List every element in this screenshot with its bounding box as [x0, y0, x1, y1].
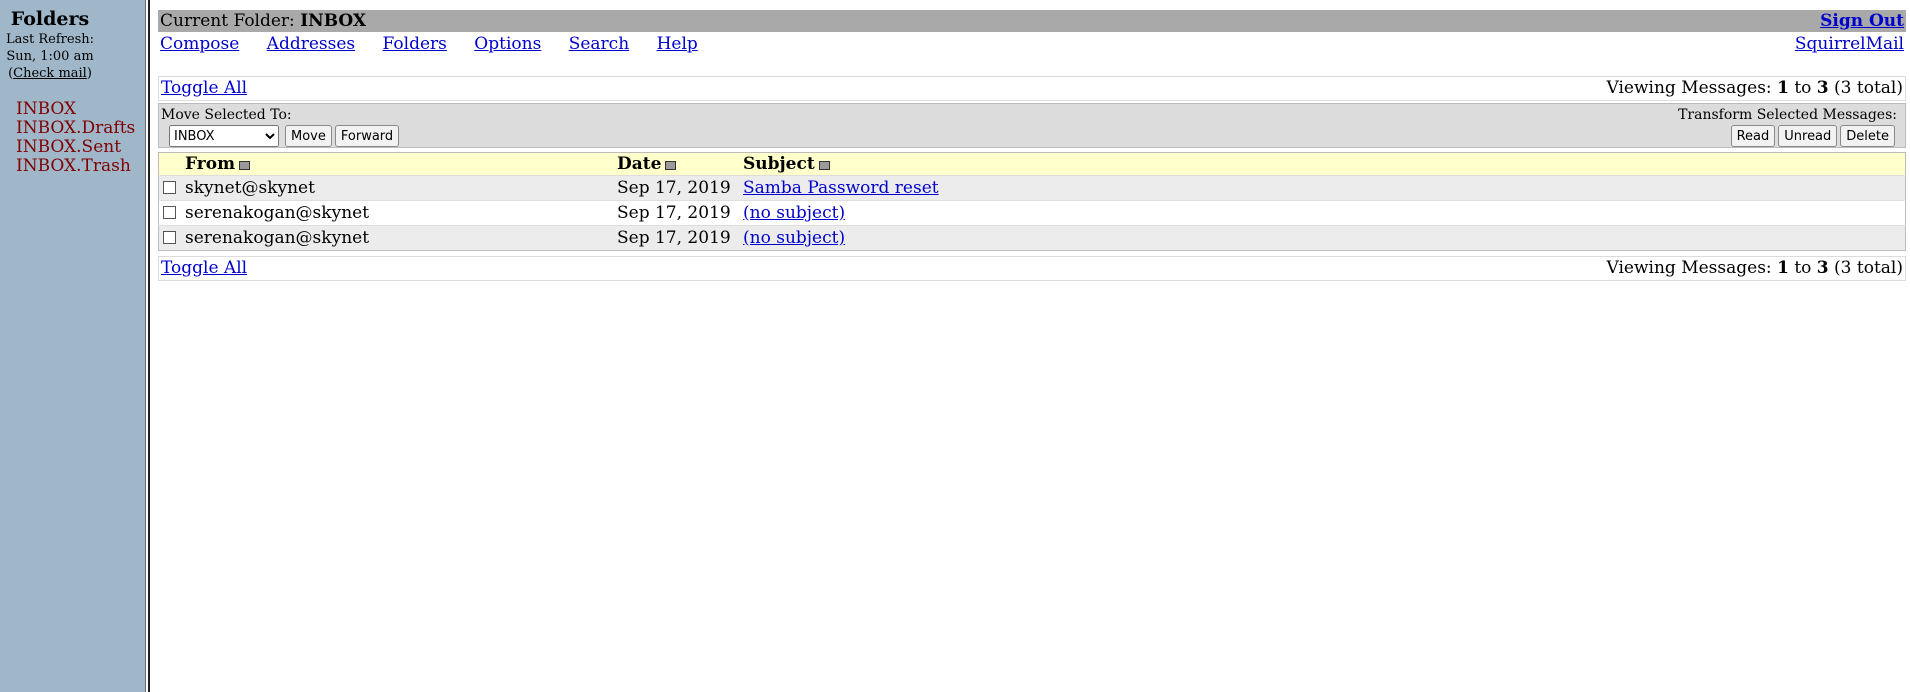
row-date: Sep 17, 2019 [617, 225, 743, 251]
viewing-total: (3 total) [1828, 258, 1903, 278]
bottom-pager: Toggle All Viewing Messages: 1 to 3 (3 t… [158, 256, 1906, 281]
viewing-messages-top: Viewing Messages: 1 to 3 (3 total) [1607, 77, 1903, 100]
squirrelmail-window: Folders Last Refresh: Sun, 1:00 am (Chec… [0, 0, 1910, 692]
row-from: serenakogan@skynet [185, 225, 617, 251]
read-button[interactable]: Read [1730, 125, 1776, 147]
sort-date-icon[interactable] [665, 161, 677, 170]
header-date-label: Date [617, 154, 662, 174]
message-list-pane: Current Folder: INBOX Sign Out Compose A… [158, 10, 1906, 281]
last-refresh: Last Refresh: Sun, 1:00 am (Check mail) [0, 31, 100, 82]
nav-folders[interactable]: Folders [383, 34, 447, 54]
message-table: From Date Subject skynet@skynet Sep 17, … [158, 152, 1906, 251]
current-folder-label: Current Folder: [160, 11, 301, 31]
header-check-cell [158, 152, 185, 176]
nav-addresses[interactable]: Addresses [267, 34, 355, 54]
message-checkbox[interactable] [163, 181, 176, 194]
row-subject-link[interactable]: (no subject) [743, 203, 845, 223]
viewing-prefix: Viewing Messages: [1606, 258, 1778, 278]
check-mail-wrap: (Check mail) [0, 65, 100, 82]
viewing-total: (3 total) [1828, 78, 1903, 98]
squirrelmail-link[interactable]: SquirrelMail [1795, 32, 1904, 56]
nav-help[interactable]: Help [657, 34, 698, 54]
forward-button[interactable]: Forward [334, 125, 400, 147]
main-nav: Compose Addresses Folders Options Search… [158, 32, 1906, 60]
move-selected-label: Move Selected To: [161, 107, 292, 123]
current-folder-name: INBOX [300, 11, 367, 31]
toggle-all-link-bottom[interactable]: Toggle All [161, 258, 247, 278]
row-subject-link[interactable]: (no subject) [743, 228, 845, 248]
row-subject-cell: (no subject) [743, 200, 1906, 226]
sort-subject-icon[interactable] [818, 161, 830, 170]
title-bar: Current Folder: INBOX Sign Out [158, 10, 1906, 32]
viewing-from: 1 [1777, 78, 1789, 98]
header-from-label: From [185, 154, 236, 174]
folder-inbox-sent[interactable]: INBOX.Sent [16, 138, 135, 157]
viewing-to: 3 [1816, 78, 1829, 98]
nav-options[interactable]: Options [474, 34, 541, 54]
paren-close: ) [86, 66, 92, 81]
move-button[interactable]: Move [285, 125, 332, 147]
header-date: Date [617, 152, 743, 176]
frame-divider[interactable] [145, 0, 150, 692]
table-row: skynet@skynet Sep 17, 2019 Samba Passwor… [158, 175, 1906, 201]
folder-inbox-drafts[interactable]: INBOX.Drafts [16, 119, 135, 138]
folder-pane: Folders Last Refresh: Sun, 1:00 am (Chec… [0, 0, 145, 692]
folder-inbox-trash[interactable]: INBOX.Trash [16, 157, 135, 176]
top-pager: Toggle All Viewing Messages: 1 to 3 (3 t… [158, 76, 1906, 101]
row-date: Sep 17, 2019 [617, 175, 743, 201]
viewing-messages-bottom: Viewing Messages: 1 to 3 (3 total) [1607, 257, 1903, 280]
table-row: serenakogan@skynet Sep 17, 2019 (no subj… [158, 200, 1906, 226]
refresh-line-2: Sun, 1:00 am [6, 49, 94, 64]
header-subject-label: Subject [743, 154, 815, 174]
row-from: serenakogan@skynet [185, 200, 617, 226]
viewing-to-word: to [1788, 78, 1817, 98]
transform-controls: Read Unread Delete [1728, 125, 1895, 147]
viewing-prefix: Viewing Messages: [1606, 78, 1778, 98]
nav-compose[interactable]: Compose [160, 34, 239, 54]
move-controls: INBOX Move Forward [169, 125, 402, 147]
header-from: From [185, 152, 617, 176]
row-from: skynet@skynet [185, 175, 617, 201]
viewing-from: 1 [1777, 258, 1789, 278]
row-subject-cell: (no subject) [743, 225, 1906, 251]
viewing-to: 3 [1816, 258, 1829, 278]
viewing-to-word: to [1788, 258, 1817, 278]
unread-button[interactable]: Unread [1778, 125, 1838, 147]
move-folder-select[interactable]: INBOX [169, 125, 279, 147]
transform-selected-label: Transform Selected Messages: [1678, 107, 1897, 123]
row-check-cell [158, 175, 185, 201]
header-subject: Subject [743, 152, 1906, 176]
sort-from-icon[interactable] [239, 161, 251, 170]
check-mail-link[interactable]: Check mail [13, 66, 87, 81]
row-check-cell [158, 225, 185, 251]
sign-out-link[interactable]: Sign Out [1820, 10, 1904, 32]
row-subject-link[interactable]: Samba Password reset [743, 178, 939, 198]
row-subject-cell: Samba Password reset [743, 175, 1906, 201]
action-bar: Move Selected To: INBOX Move Forward Tran… [158, 103, 1906, 148]
folder-list: INBOX INBOX.Drafts INBOX.Sent INBOX.Tras… [16, 100, 135, 176]
nav-search[interactable]: Search [569, 34, 629, 54]
table-row: serenakogan@skynet Sep 17, 2019 (no subj… [158, 225, 1906, 251]
message-checkbox[interactable] [163, 231, 176, 244]
folder-inbox[interactable]: INBOX [16, 100, 135, 119]
message-checkbox[interactable] [163, 206, 176, 219]
toggle-all-link-top[interactable]: Toggle All [161, 78, 247, 98]
table-header-row: From Date Subject [158, 152, 1906, 176]
folders-title: Folders [10, 8, 90, 30]
delete-button[interactable]: Delete [1840, 125, 1895, 147]
row-date: Sep 17, 2019 [617, 200, 743, 226]
row-check-cell [158, 200, 185, 226]
refresh-line-1: Last Refresh: [5, 32, 95, 47]
